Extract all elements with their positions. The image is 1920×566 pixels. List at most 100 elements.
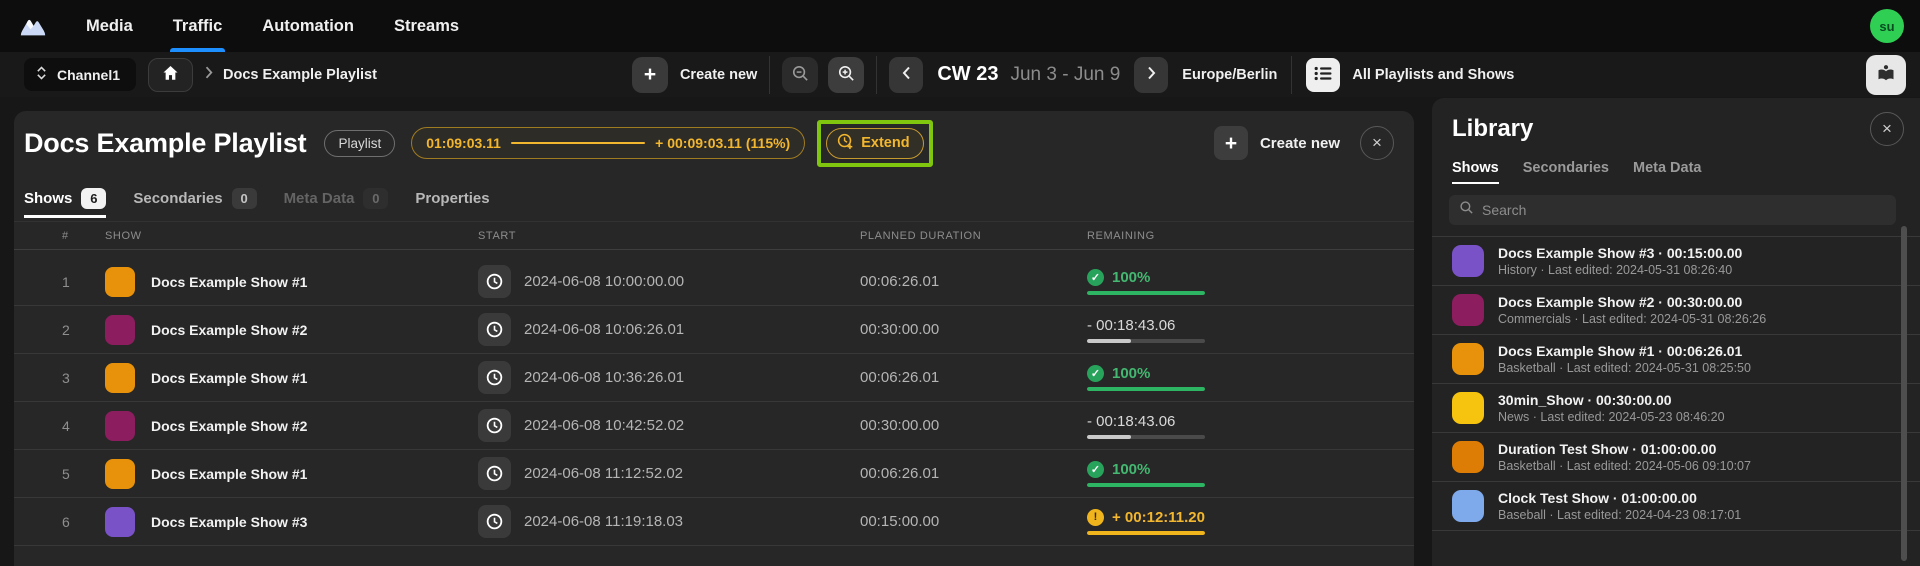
playlist-create-new-button[interactable]: + Create new bbox=[1213, 126, 1340, 160]
library-item-text: Clock Test Show · 01:00:00.00 Baseball ·… bbox=[1498, 490, 1741, 522]
table-row[interactable]: 1 Docs Example Show #1 2024-06-08 10:00:… bbox=[14, 258, 1414, 306]
table-row[interactable]: 3 Docs Example Show #1 2024-06-08 10:36:… bbox=[14, 354, 1414, 402]
close-icon[interactable]: × bbox=[1870, 112, 1904, 146]
previous-week-button[interactable] bbox=[889, 56, 924, 93]
nav-item-label: Automation bbox=[262, 16, 354, 35]
library-list-item[interactable]: 30min_Show · 00:30:00.00 News · Last edi… bbox=[1432, 384, 1920, 433]
chevron-right-icon bbox=[205, 66, 213, 84]
channel-select[interactable]: Channel1 bbox=[24, 58, 137, 91]
nav-item-traffic[interactable]: Traffic bbox=[169, 0, 225, 52]
start-cell: 2024-06-08 10:42:52.02 bbox=[464, 409, 846, 442]
show-color-chip bbox=[105, 266, 135, 297]
row-number: 4 bbox=[62, 417, 70, 434]
library-tabs: Shows Secondaries Meta Data bbox=[1432, 150, 1920, 186]
show-cell: Docs Example Show #1 bbox=[91, 266, 464, 297]
zoom-out-button[interactable] bbox=[782, 56, 819, 93]
library-tab-meta-data[interactable]: Meta Data bbox=[1633, 150, 1702, 186]
remaining-cell: - 00:18:43.06 bbox=[1074, 316, 1414, 343]
show-name: Docs Example Show #2 bbox=[151, 321, 308, 338]
column-header-start: START bbox=[478, 229, 517, 242]
tab-meta-data[interactable]: Meta Data 0 bbox=[284, 175, 389, 221]
zoom-in-icon bbox=[837, 64, 856, 86]
remaining-status: ! + 00:12:11.20 bbox=[1087, 508, 1414, 526]
library-item-subtitle: News · Last edited: 2024-05-23 08:46:20 bbox=[1498, 410, 1725, 424]
library-item-title: 30min_Show · 00:30:00.00 bbox=[1498, 392, 1672, 408]
library-item-text: Duration Test Show · 01:00:00.00 Basketb… bbox=[1498, 441, 1751, 473]
table-row[interactable]: 2 Docs Example Show #2 2024-06-08 10:06:… bbox=[14, 306, 1414, 354]
page-title: Docs Example Playlist bbox=[24, 127, 307, 158]
chevron-left-icon bbox=[902, 66, 911, 83]
duration-value: 01:09:03.11 bbox=[426, 135, 501, 151]
planned-duration: 00:30:00.00 bbox=[860, 321, 940, 338]
all-playlists-view-button[interactable] bbox=[1306, 57, 1341, 92]
table-row[interactable]: 5 Docs Example Show #1 2024-06-08 11:12:… bbox=[14, 450, 1414, 498]
toolbar-create-new-button[interactable]: + Create new bbox=[631, 56, 758, 93]
library-tab-secondaries[interactable]: Secondaries bbox=[1523, 150, 1609, 186]
clock-icon[interactable] bbox=[478, 409, 511, 442]
start-cell: 2024-06-08 10:06:26.01 bbox=[464, 313, 846, 346]
remaining-progress-fill bbox=[1087, 291, 1205, 295]
tab-properties[interactable]: Properties bbox=[415, 175, 489, 221]
clock-icon[interactable] bbox=[478, 265, 511, 298]
week-label: CW 23 bbox=[937, 63, 999, 85]
next-week-button[interactable] bbox=[1134, 56, 1169, 93]
remaining-status: ✓ 100% bbox=[1087, 364, 1414, 382]
home-button[interactable] bbox=[148, 57, 194, 92]
remaining-progress-fill bbox=[1087, 435, 1131, 439]
remaining-progress-bar bbox=[1087, 483, 1205, 487]
remaining-label: + 00:12:11.20 bbox=[1112, 508, 1205, 526]
nav-item-streams[interactable]: Streams bbox=[394, 0, 459, 52]
zoom-in-button[interactable] bbox=[828, 56, 865, 93]
library-panel: Library × Shows Secondaries Meta Data Do… bbox=[1432, 98, 1920, 566]
breadcrumb[interactable]: Docs Example Playlist bbox=[205, 66, 377, 84]
clock-icon[interactable] bbox=[478, 457, 511, 490]
show-cell: Docs Example Show #1 bbox=[91, 458, 464, 489]
clock-icon[interactable] bbox=[478, 361, 511, 394]
highlight-box: Extend bbox=[817, 119, 933, 167]
home-icon bbox=[161, 64, 180, 85]
plus-icon: + bbox=[631, 56, 668, 93]
library-item-text: 30min_Show · 00:30:00.00 News · Last edi… bbox=[1498, 392, 1725, 424]
library-tab-label: Secondaries bbox=[1522, 160, 1609, 176]
library-tab-shows[interactable]: Shows bbox=[1452, 150, 1499, 186]
plus-icon: + bbox=[1213, 126, 1248, 160]
tab-shows[interactable]: Shows 6 bbox=[24, 175, 107, 221]
library-item-text: Docs Example Show #1 · 00:06:26.01 Baske… bbox=[1498, 343, 1751, 375]
close-icon[interactable]: × bbox=[1360, 126, 1394, 160]
planned-duration: 00:15:00.00 bbox=[860, 513, 940, 530]
app-logo-icon[interactable] bbox=[18, 14, 48, 38]
tab-label: Meta Data bbox=[283, 189, 355, 207]
clock-icon[interactable] bbox=[478, 505, 511, 538]
start-cell: 2024-06-08 10:36:26.01 bbox=[464, 361, 846, 394]
library-list-item[interactable]: Docs Example Show #1 · 00:06:26.01 Baske… bbox=[1432, 335, 1920, 384]
library-scrollbar[interactable] bbox=[1901, 226, 1907, 561]
show-color-chip bbox=[105, 314, 135, 345]
duration-line bbox=[510, 142, 646, 144]
create-new-label: Create new bbox=[679, 66, 758, 83]
library-list-item[interactable]: Docs Example Show #2 · 00:30:00.00 Comme… bbox=[1432, 286, 1920, 335]
content-area: Docs Example Playlist Playlist 01:09:03.… bbox=[0, 97, 1920, 566]
library-list-item[interactable]: Docs Example Show #3 · 00:15:00.00 Histo… bbox=[1432, 237, 1920, 286]
extend-button[interactable]: Extend bbox=[826, 127, 924, 159]
tab-secondaries[interactable]: Secondaries 0 bbox=[133, 175, 257, 221]
table-row[interactable]: 6 Docs Example Show #3 2024-06-08 11:19:… bbox=[14, 498, 1414, 546]
library-toggle-button[interactable] bbox=[1866, 54, 1906, 95]
remaining-status: ✓ 100% bbox=[1087, 460, 1414, 478]
search-input[interactable] bbox=[1482, 202, 1886, 218]
show-cell: Docs Example Show #2 bbox=[91, 410, 464, 441]
user-avatar[interactable]: su bbox=[1870, 9, 1904, 43]
remaining-progress-bar bbox=[1087, 435, 1205, 439]
library-list-item[interactable]: Duration Test Show · 01:00:00.00 Basketb… bbox=[1432, 433, 1920, 482]
clock-icon[interactable] bbox=[478, 313, 511, 346]
remaining-progress-fill bbox=[1087, 483, 1205, 487]
nav-item-automation[interactable]: Automation bbox=[262, 0, 354, 52]
table-row[interactable]: 4 Docs Example Show #2 2024-06-08 10:42:… bbox=[14, 402, 1414, 450]
remaining-progress-bar bbox=[1087, 339, 1205, 343]
start-cell: 2024-06-08 11:19:18.03 bbox=[464, 505, 846, 538]
library-item-subtitle: Basketball · Last edited: 2024-05-31 08:… bbox=[1498, 361, 1751, 375]
nav-item-media[interactable]: Media bbox=[86, 0, 133, 52]
library-search[interactable] bbox=[1449, 195, 1896, 225]
tab-label: Properties bbox=[415, 189, 490, 207]
library-list-item[interactable]: Clock Test Show · 01:00:00.00 Baseball ·… bbox=[1432, 482, 1920, 531]
toolbar: Channel1 Docs Example Playlist + Create … bbox=[0, 52, 1920, 97]
